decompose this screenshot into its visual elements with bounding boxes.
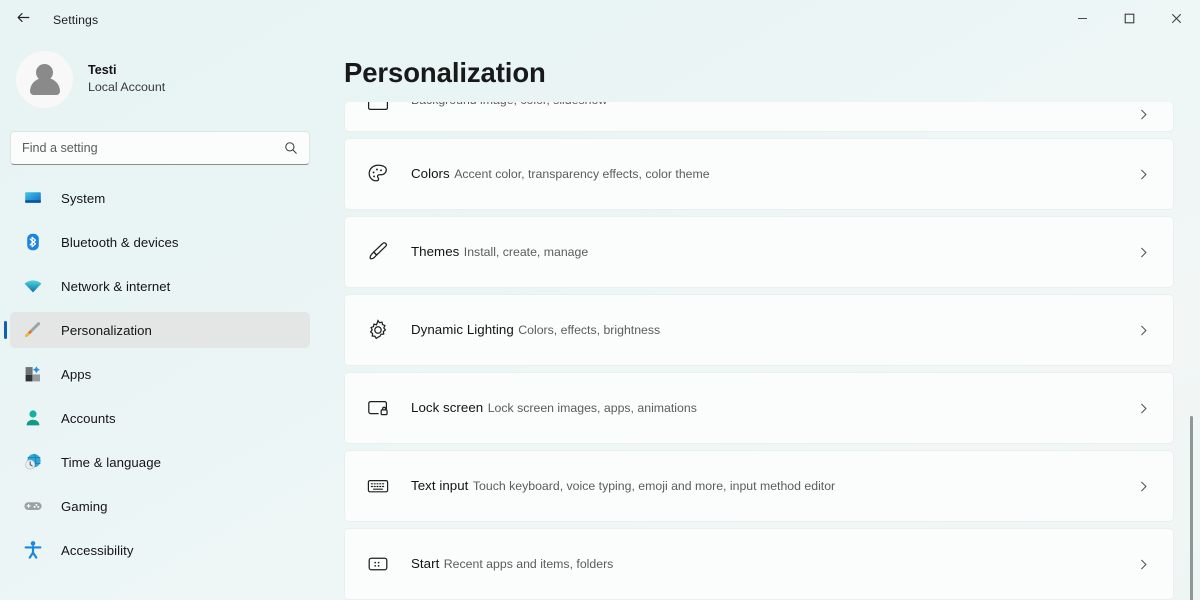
sidebar-nav: System Bluetooth & devices Network & int… bbox=[4, 180, 310, 568]
sidebar-item-personalization[interactable]: Personalization bbox=[4, 312, 310, 348]
sidebar-item-label: Personalization bbox=[61, 322, 152, 338]
maximize-button[interactable] bbox=[1106, 0, 1153, 40]
account-block[interactable]: Testi Local Account bbox=[10, 40, 310, 118]
window-controls bbox=[1059, 0, 1200, 40]
settings-card-text-input[interactable]: Text input Touch keyboard, voice typing,… bbox=[344, 450, 1174, 522]
background-image-icon bbox=[365, 102, 391, 116]
close-button[interactable] bbox=[1153, 0, 1200, 40]
settings-card-list: Background image, color, slideshow Color… bbox=[344, 102, 1174, 600]
settings-card-subtitle: Lock screen images, apps, animations bbox=[487, 401, 697, 416]
search-input[interactable] bbox=[22, 141, 284, 155]
scrollbar-thumb[interactable] bbox=[1190, 416, 1193, 600]
settings-card-subtitle: Accent color, transparency effects, colo… bbox=[454, 167, 710, 182]
settings-card-subtitle: Recent apps and items, folders bbox=[443, 557, 614, 572]
sidebar-item-label: Accounts bbox=[61, 410, 116, 426]
settings-card-title: Lock screen bbox=[411, 400, 484, 416]
minimize-button[interactable] bbox=[1059, 0, 1106, 40]
page-title: Personalization bbox=[344, 57, 546, 88]
settings-card-title: Text input bbox=[411, 478, 469, 494]
account-text: Testi Local Account bbox=[88, 62, 165, 96]
search-box[interactable] bbox=[10, 131, 310, 165]
account-name: Testi bbox=[88, 62, 117, 77]
minimize-icon bbox=[1077, 11, 1088, 29]
settings-card-dynamic-lighting[interactable]: Dynamic Lighting Colors, effects, bright… bbox=[344, 294, 1174, 366]
chevron-right-icon[interactable] bbox=[1131, 102, 1155, 126]
account-subtitle: Local Account bbox=[88, 80, 166, 95]
sidebar-item-label: Bluetooth & devices bbox=[61, 234, 179, 250]
settings-card-text: Colors Accent color, transparency effect… bbox=[411, 164, 1131, 183]
wifi-icon bbox=[23, 276, 43, 296]
settings-card-text: Themes Install, create, manage bbox=[411, 242, 1131, 261]
back-button[interactable] bbox=[6, 5, 40, 35]
search-icon[interactable] bbox=[284, 141, 298, 155]
sidebar-item-system[interactable]: System bbox=[10, 180, 310, 216]
settings-card-subtitle: Touch keyboard, voice typing, emoji and … bbox=[472, 479, 836, 494]
sidebar-item-label: Time & language bbox=[61, 454, 161, 470]
sidebar-item-network-internet[interactable]: Network & internet bbox=[10, 268, 310, 304]
settings-card-subtitle: Colors, effects, brightness bbox=[518, 323, 661, 338]
settings-card-colors[interactable]: Colors Accent color, transparency effect… bbox=[344, 138, 1174, 210]
settings-card-text: Lock screen Lock screen images, apps, an… bbox=[411, 398, 1131, 417]
paintbrush-outline-icon bbox=[365, 239, 391, 265]
chevron-right-icon[interactable] bbox=[1131, 162, 1155, 186]
settings-card-background[interactable]: Background image, color, slideshow bbox=[344, 102, 1174, 132]
user-avatar-icon bbox=[28, 62, 62, 96]
maximize-icon bbox=[1124, 11, 1135, 29]
gamepad-icon bbox=[23, 496, 43, 516]
chevron-right-icon[interactable] bbox=[1131, 474, 1155, 498]
sidebar-item-time-language[interactable]: Time & language bbox=[10, 444, 310, 480]
sidebar-item-accessibility[interactable]: Accessibility bbox=[10, 532, 310, 568]
avatar bbox=[16, 50, 73, 108]
accessibility-person-icon bbox=[23, 540, 43, 560]
chevron-right-icon[interactable] bbox=[1131, 318, 1155, 342]
apps-blocks-icon bbox=[23, 364, 43, 384]
settings-card-text: Dynamic Lighting Colors, effects, bright… bbox=[411, 320, 1131, 339]
keyboard-icon bbox=[365, 473, 391, 499]
sidebar-item-label: Accessibility bbox=[61, 542, 134, 558]
bluetooth-icon bbox=[23, 232, 43, 252]
gear-icon bbox=[365, 317, 391, 343]
lock-screen-icon bbox=[365, 395, 391, 421]
settings-card-themes[interactable]: Themes Install, create, manage bbox=[344, 216, 1174, 288]
settings-card-title: Start bbox=[411, 556, 440, 572]
close-icon bbox=[1171, 11, 1182, 29]
sidebar-item-apps[interactable]: Apps bbox=[10, 356, 310, 392]
arrow-left-icon bbox=[15, 9, 32, 31]
chevron-right-icon[interactable] bbox=[1131, 396, 1155, 420]
settings-card-title: Themes bbox=[411, 244, 460, 260]
chevron-right-icon[interactable] bbox=[1131, 240, 1155, 264]
app-title: Settings bbox=[53, 13, 99, 27]
scrollbar[interactable] bbox=[1186, 84, 1197, 600]
sidebar-item-accounts[interactable]: Accounts bbox=[10, 400, 310, 436]
sidebar: Testi Local Account System bbox=[0, 40, 320, 600]
sidebar-item-label: Gaming bbox=[61, 498, 108, 514]
title-bar: Settings bbox=[0, 0, 1200, 40]
color-palette-icon bbox=[365, 161, 391, 187]
sidebar-item-label: System bbox=[61, 190, 106, 206]
sidebar-item-label: Network & internet bbox=[61, 278, 171, 294]
settings-card-title: Colors bbox=[411, 166, 450, 182]
settings-card-subtitle: Install, create, manage bbox=[463, 245, 589, 260]
person-icon bbox=[23, 408, 43, 428]
sidebar-item-bluetooth-devices[interactable]: Bluetooth & devices bbox=[10, 224, 310, 260]
main-content: Personalization Background image, color,… bbox=[320, 40, 1200, 600]
settings-card-lock-screen[interactable]: Lock screen Lock screen images, apps, an… bbox=[344, 372, 1174, 444]
settings-card-start[interactable]: Start Recent apps and items, folders bbox=[344, 528, 1174, 600]
start-menu-icon bbox=[365, 551, 391, 577]
settings-card-text: Text input Touch keyboard, voice typing,… bbox=[411, 476, 1131, 495]
settings-card-subtitle: Background image, color, slideshow bbox=[411, 102, 607, 107]
paintbrush-icon bbox=[23, 320, 43, 340]
globe-clock-icon bbox=[23, 452, 43, 472]
settings-card-text: Background image, color, slideshow bbox=[411, 102, 1131, 109]
settings-card-title: Dynamic Lighting bbox=[411, 322, 514, 338]
chevron-right-icon[interactable] bbox=[1131, 552, 1155, 576]
settings-card-text: Start Recent apps and items, folders bbox=[411, 554, 1131, 573]
system-monitor-icon bbox=[23, 188, 43, 208]
sidebar-item-label: Apps bbox=[61, 366, 92, 382]
sidebar-item-gaming[interactable]: Gaming bbox=[10, 488, 310, 524]
